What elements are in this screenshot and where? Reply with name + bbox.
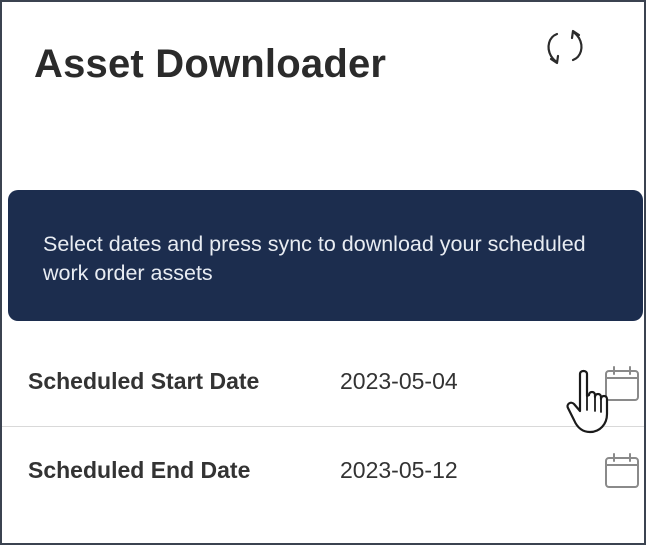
start-date-label: Scheduled Start Date bbox=[28, 368, 260, 394]
end-date-label: Scheduled End Date bbox=[28, 457, 251, 483]
start-date-value[interactable]: 2023-05-04 bbox=[340, 368, 458, 395]
hand-pointer-cursor-icon bbox=[566, 369, 609, 434]
app-frame: Asset Downloader Select dates and press … bbox=[0, 0, 646, 545]
info-banner: Select dates and press sync to download … bbox=[8, 190, 643, 321]
end-date-row: Scheduled End Date 2023-05-12 bbox=[2, 426, 644, 515]
sync-button[interactable] bbox=[538, 24, 594, 72]
banner-text: Select dates and press sync to download … bbox=[43, 232, 586, 285]
end-date-value[interactable]: 2023-05-12 bbox=[340, 457, 458, 484]
page-title: Asset Downloader bbox=[34, 42, 387, 86]
sync-icon bbox=[547, 29, 583, 65]
start-date-row: Scheduled Start Date 2023-05-04 bbox=[2, 338, 644, 426]
calendar-icon[interactable] bbox=[602, 451, 642, 491]
